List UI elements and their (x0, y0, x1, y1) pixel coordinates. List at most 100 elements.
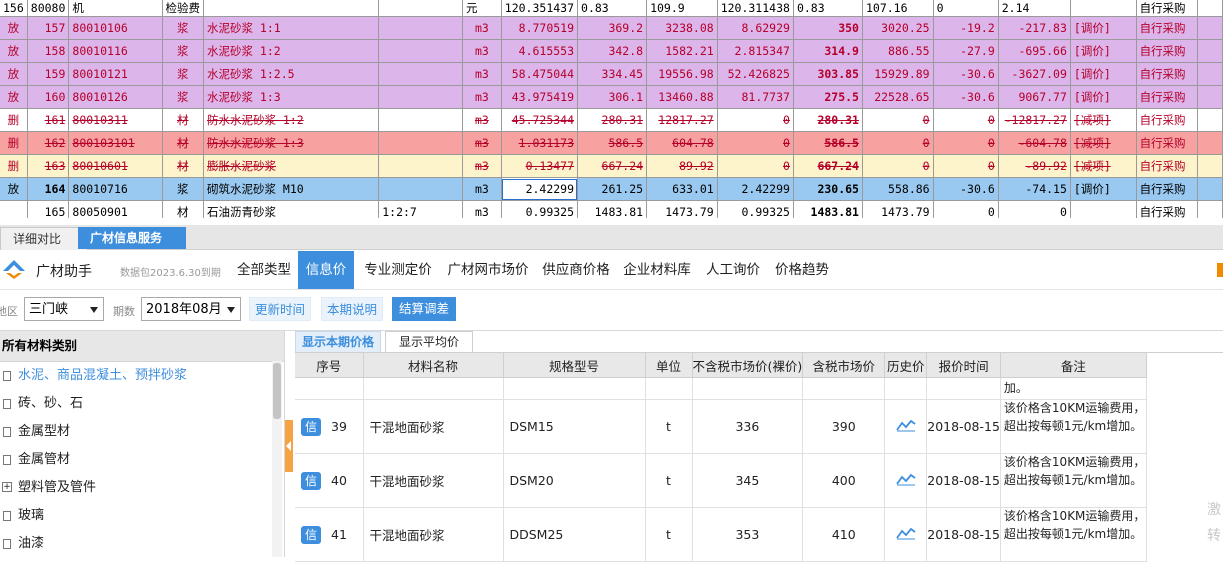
nav-all-types[interactable]: 全部类型 (230, 251, 298, 289)
table-row[interactable]: 信 40 干混地面砂浆 DSM20 t 345 400 2018-08-15 该价格含10KM运… (295, 453, 1147, 508)
table-row[interactable]: 165 80050901 材石油沥青砂浆 1:2:7 m3 0.99325 1483.81 1… (0, 200, 1223, 218)
grid-cell-code: 80010106 (68, 16, 163, 40)
col-spec[interactable]: 规格型号 (503, 353, 646, 378)
col-price-in-tax[interactable]: 含税市场价 (802, 353, 886, 378)
grid-cell-p5: 1473.79 (862, 200, 934, 218)
nav-price-trend[interactable]: 价格趋势 (768, 251, 836, 289)
history-cell[interactable] (884, 453, 928, 508)
table-row-partial[interactable]: 156 80080 机检验费元 120.351437 0.83 109.9 120.3114… (0, 0, 1223, 17)
nav-manual-inquiry[interactable]: 人工询价 (698, 251, 768, 289)
price-sub-tabs: 显示本期价格 显示平均价 (295, 331, 1223, 353)
category-scrollbar[interactable] (272, 361, 282, 557)
grid-cell-op[interactable]: [调价] (1070, 62, 1137, 86)
grid-cell-op[interactable]: [调价] (1070, 177, 1137, 201)
period-description-button[interactable]: 本期说明 (321, 297, 383, 321)
grid-cell-p7: 0 (998, 200, 1071, 218)
nav-professional-price[interactable]: 专业测定价 (356, 251, 440, 289)
watermark-text: 激 转 (1207, 497, 1221, 549)
grid-cell-qty: 0.99325 (501, 200, 579, 218)
col-quote-date[interactable]: 报价时间 (926, 353, 1001, 378)
tab-average-price[interactable]: 显示平均价 (385, 331, 473, 352)
table-row[interactable]: 放 159 80010121 浆水泥砂浆 1:2.5 m3 58.475044 334.45… (0, 62, 1223, 86)
grid-cell-p4: 275.5 (793, 85, 863, 109)
grid-cell-p3: 0 (717, 131, 794, 155)
settle-adjust-button[interactable]: 结算调差 (392, 297, 456, 321)
scrollbar-thumb[interactable] (273, 363, 281, 419)
grid-cell-op[interactable]: [调价] (1070, 16, 1137, 40)
grid-cell-spec (378, 108, 463, 132)
grid-cell-p4: 667.24 (793, 154, 863, 178)
nav-info-price[interactable]: 信息价 (298, 251, 354, 289)
grid-cell-op[interactable]: [调价] (1070, 85, 1137, 109)
grid-cell-p1: 261.25 (577, 177, 648, 201)
table-row[interactable]: 放 164 80010716 浆砌筑水泥砂浆 M10 m3 2.42299 261.25 63… (0, 177, 1223, 201)
category-list: 水泥、商品混凝土、预拌砂浆 砖、砂、石 金属型材 金属管材 + 塑料管及管件 玻璃 油漆 (0, 362, 284, 558)
material-table: 156 80080 机检验费元 120.351437 0.83 109.9 120.3114… (0, 0, 1223, 218)
update-time-button[interactable]: 更新时间 (249, 297, 311, 321)
grid-cell-op[interactable]: [减项] (1070, 131, 1137, 155)
category-item[interactable]: 金属型材 (0, 418, 284, 446)
history-cell[interactable] (884, 507, 928, 562)
trend-chart-icon[interactable] (896, 472, 916, 486)
grid-cell-spec (378, 16, 463, 40)
grid-cell-unit: m3 (462, 85, 502, 109)
tab-current-price[interactable]: 显示本期价格 (295, 331, 381, 352)
trend-chart-icon[interactable] (896, 526, 916, 540)
grid-cell-op[interactable]: [调价] (1070, 39, 1137, 63)
table-row[interactable]: 放 157 80010106 浆水泥砂浆 1:1 m3 8.770519 369.2 3238… (0, 16, 1223, 40)
col-price-ex-tax[interactable]: 不含税市场价(裸价) (692, 353, 804, 378)
table-row[interactable]: 删 163 80010601 材膨胀水泥砂浆 m3 0.13477 667.24 89.92 0… (0, 154, 1223, 178)
expand-icon[interactable]: + (2, 482, 12, 492)
grid-cell-name: 石油沥青砂浆 (203, 200, 380, 218)
grid-cell-p6: -27.9 (933, 39, 999, 63)
table-row[interactable]: 删 161 80010311 材防水水泥砂浆 1:2 m3 45.725344 280.31… (0, 108, 1223, 132)
col-material-name[interactable]: 材料名称 (363, 353, 504, 378)
grid-cell-p2: 19556.98 (646, 62, 718, 86)
collapse-panel-handle[interactable] (285, 420, 293, 472)
grid-cell-type: 浆 (162, 62, 204, 86)
nav-supplier-price[interactable]: 供应商价格 (536, 251, 616, 289)
grid-cell-src: 自行采购 (1136, 39, 1199, 63)
category-item[interactable]: 砖、砂、石 (0, 390, 284, 418)
history-cell[interactable] (884, 399, 928, 454)
trend-chart-icon[interactable] (896, 418, 916, 432)
grid-cell-p6: 0 (933, 200, 999, 218)
grid-cell-unit: m3 (462, 177, 502, 201)
col-seq[interactable]: 序号 (295, 353, 364, 378)
grid-cell-op[interactable]: [减项] (1070, 154, 1137, 178)
category-item[interactable]: 油漆 (0, 530, 284, 558)
nav-market-price[interactable]: 广材网市场价 (440, 251, 536, 289)
grid-cell-type: 浆 (162, 177, 204, 201)
category-item[interactable]: 水泥、商品混凝土、预拌砂浆 (0, 362, 284, 390)
category-item[interactable]: 金属管材 (0, 446, 284, 474)
category-item[interactable]: + 塑料管及管件 (0, 474, 284, 502)
grid-cell-op[interactable] (1070, 200, 1137, 218)
grid-cell-mark: 放 (0, 85, 28, 109)
table-row[interactable]: 删 162 800103101 材防水水泥砂浆 1:3 m3 1.031173 586.5 6… (0, 131, 1223, 155)
grid-cell-qty: 8.770519 (501, 16, 579, 40)
spec-cell: DDSM25 (503, 507, 646, 562)
grid-cell-op[interactable]: [减项] (1070, 108, 1137, 132)
col-note[interactable]: 备注 (1000, 353, 1147, 378)
table-row[interactable]: 信 39 干混地面砂浆 DSM15 t 336 390 2018-08-15 该价格含10KM运… (295, 399, 1147, 454)
col-unit[interactable]: 单位 (645, 353, 693, 378)
table-row[interactable]: 放 158 80010116 浆水泥砂浆 1:2 m3 4.615553 342.8 1582… (0, 39, 1223, 63)
grid-cell-name: 防水水泥砂浆 1:3 (203, 131, 380, 155)
category-item[interactable]: 玻璃 (0, 502, 284, 530)
table-row[interactable]: 放 160 80010126 浆水泥砂浆 1:3 m3 43.975419 306.1 134… (0, 85, 1223, 109)
price-ex-tax-cell: 345 (692, 453, 804, 508)
grid-cell-code: 80050901 (68, 200, 163, 218)
region-select[interactable]: 三门峡 (24, 297, 104, 321)
grid-cell-p7: -74.15 (998, 177, 1071, 201)
side-tab-handle[interactable] (1217, 263, 1223, 277)
grid-cell-unit: m3 (462, 131, 502, 155)
file-icon (3, 399, 11, 409)
tab-detail-compare[interactable]: 详细对比 (0, 227, 88, 250)
col-history[interactable]: 历史价 (884, 353, 928, 378)
nav-enterprise-library[interactable]: 企业材料库 (616, 251, 698, 289)
period-select[interactable]: 2018年08月 (141, 297, 241, 321)
price-in-tax-cell: 410 (802, 507, 886, 562)
table-row[interactable]: 信 41 干混地面砂浆 DDSM25 t 353 410 2018-08-15 该价格含10KM… (295, 507, 1147, 562)
table-row-partial[interactable]: 加。 (295, 377, 1147, 400)
tab-material-info-service[interactable]: 广材信息服务 (78, 227, 186, 249)
